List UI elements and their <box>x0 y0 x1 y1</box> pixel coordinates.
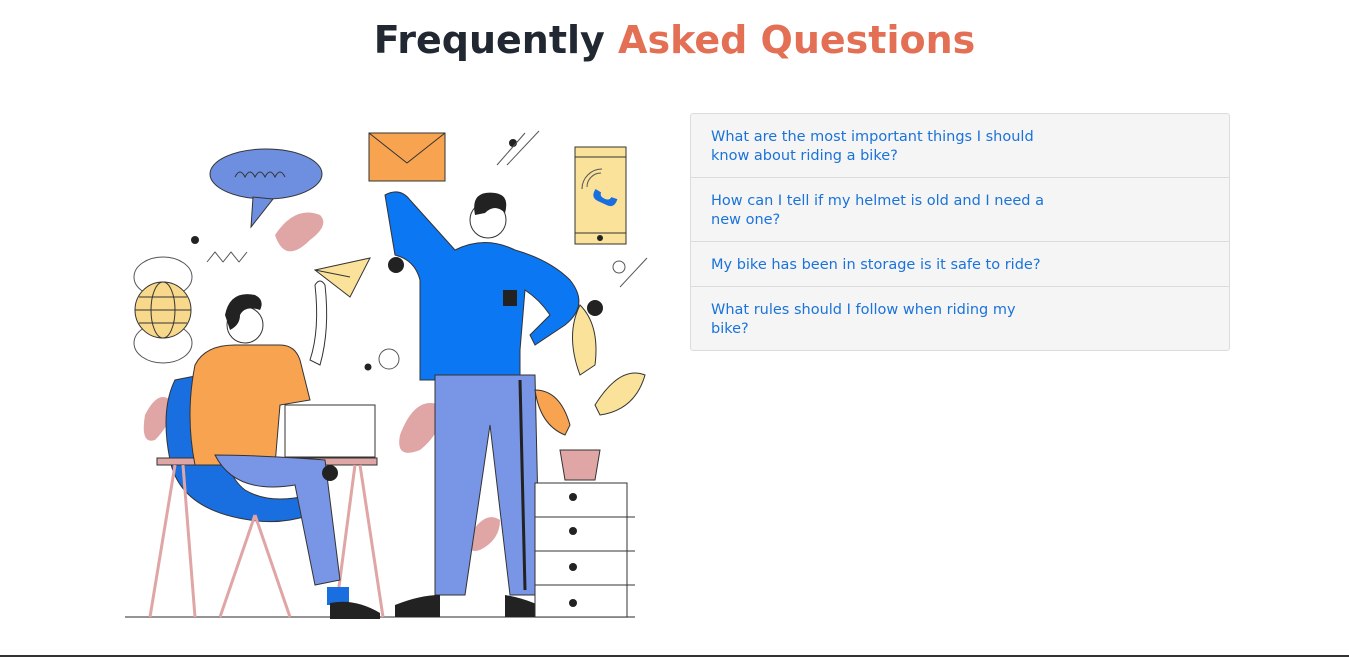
page-title: Frequently Asked Questions <box>0 18 1349 62</box>
faq-item[interactable]: What rules should I follow when riding m… <box>691 287 1229 350</box>
faq-item[interactable]: What are the most important things I sho… <box>691 114 1229 178</box>
faq-item[interactable]: How can I tell if my helmet is old and I… <box>691 178 1229 242</box>
faq-question[interactable]: What rules should I follow when riding m… <box>711 301 1056 339</box>
faq-question[interactable]: My bike has been in storage is it safe t… <box>711 256 1056 275</box>
page-title-part1: Frequently <box>373 18 619 62</box>
faq-item[interactable]: My bike has been in storage is it safe t… <box>691 242 1229 287</box>
faq-illustration <box>125 130 648 619</box>
faq-question[interactable]: How can I tell if my helmet is old and I… <box>711 192 1056 230</box>
faq-question[interactable]: What are the most important things I sho… <box>711 128 1056 166</box>
page-title-accent: Asked Questions <box>618 18 976 62</box>
faq-accordion: What are the most important things I sho… <box>690 113 1230 351</box>
